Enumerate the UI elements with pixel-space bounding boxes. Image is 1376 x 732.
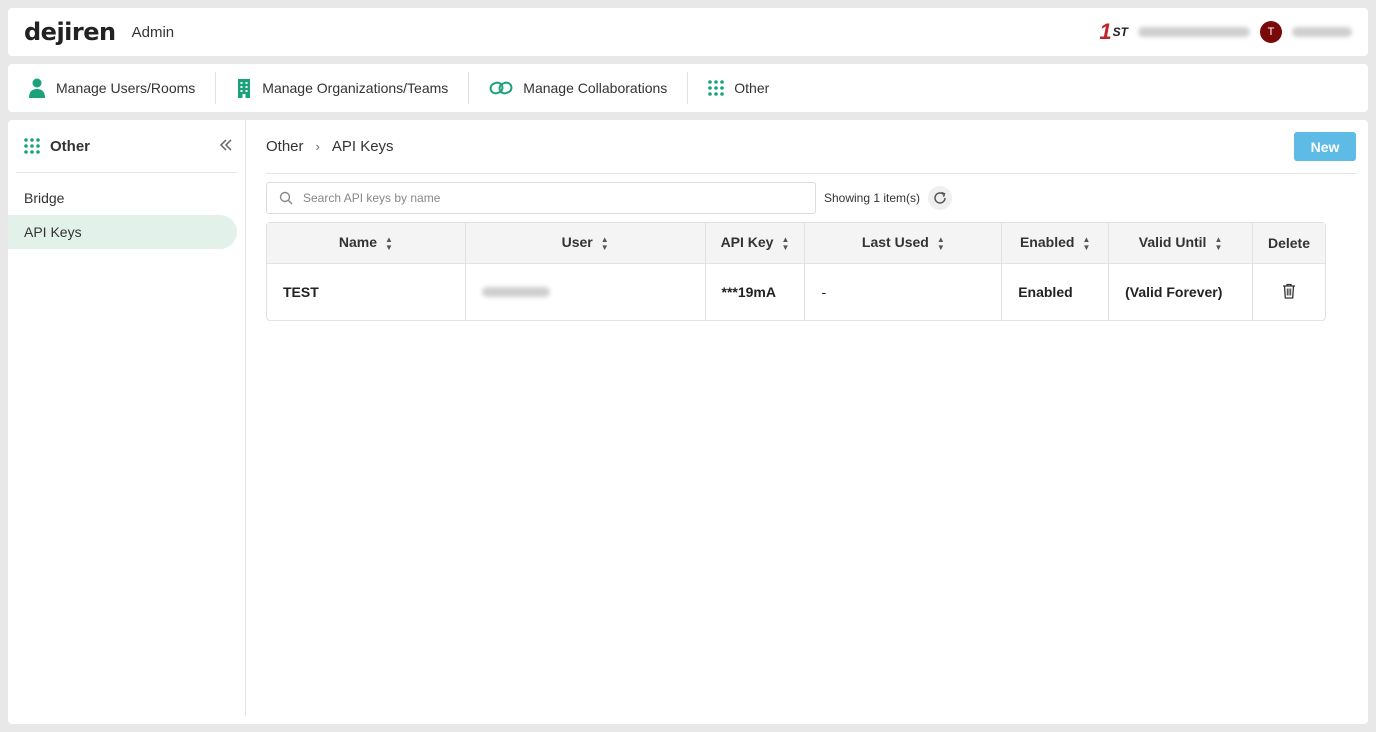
nav-manage-collaborations[interactable]: Manage Collaborations — [481, 72, 675, 104]
delete-button[interactable] — [1282, 283, 1296, 302]
user-area: 1 ST T — [1099, 19, 1352, 45]
new-button[interactable]: New — [1294, 132, 1356, 161]
breadcrumb-api-keys: API Keys — [331, 138, 394, 155]
double-chevron-left-icon — [219, 138, 232, 151]
main-panel: Other Bridge API Keys Other › API Keys N… — [8, 120, 1368, 724]
column-header-user[interactable]: User ▲ ▼ — [465, 223, 706, 264]
nav-divider — [468, 72, 470, 104]
cell-delete — [1253, 264, 1325, 320]
building-icon — [238, 79, 251, 98]
sort-icon: ▲ ▼ — [384, 234, 393, 252]
grid-icon — [24, 138, 40, 154]
cell-last-used: - — [805, 264, 1003, 320]
search-icon — [279, 191, 293, 205]
nav-label: Manage Collaborations — [523, 80, 668, 96]
table-header-row: Name ▲ ▼ User ▲ ▼ API Key ▲ ▼ Last Used ▲ ▼ Enab… — [267, 223, 1325, 264]
table-row[interactable]: TEST ***19mA - Enabled (Valid Forever) — [267, 264, 1325, 320]
nav-other[interactable]: Other — [700, 72, 777, 104]
sidebar-item-api-keys[interactable]: API Keys — [8, 215, 237, 249]
cell-api-key: ***19mA — [706, 264, 806, 320]
sidebar-header: Other — [16, 120, 237, 173]
column-header-last-used[interactable]: Last Used ▲ ▼ — [805, 223, 1003, 264]
top-bar: dejiren Admin 1 ST T — [8, 8, 1368, 56]
refresh-icon — [934, 191, 946, 204]
api-keys-table: Name ▲ ▼ User ▲ ▼ API Key ▲ ▼ Last Used ▲ ▼ Enab… — [266, 222, 1326, 321]
sort-icon: ▲ ▼ — [1082, 234, 1091, 252]
collapse-sidebar-button[interactable] — [219, 136, 233, 157]
nav-manage-organizations-teams[interactable]: Manage Organizations/Teams — [228, 72, 456, 104]
cell-user — [466, 264, 706, 320]
column-header-api-key[interactable]: API Key ▲ ▼ — [705, 223, 806, 264]
sidebar-item-bridge[interactable]: Bridge — [8, 181, 245, 215]
avatar[interactable]: T — [1260, 21, 1282, 43]
column-header-enabled[interactable]: Enabled ▲ ▼ — [1002, 223, 1110, 264]
main-nav: Manage Users/Rooms Manage Organizations/… — [8, 64, 1368, 112]
section-title: Admin — [131, 23, 175, 41]
nav-label: Manage Organizations/Teams — [262, 80, 449, 96]
partner-logo: 1 ST — [1099, 19, 1128, 44]
trash-icon — [1283, 283, 1295, 299]
nav-label: Manage Users/Rooms — [56, 80, 196, 96]
sort-icon: ▲ ▼ — [781, 234, 790, 252]
cell-valid-until: (Valid Forever) — [1109, 264, 1254, 320]
user-name-blurred[interactable] — [1292, 27, 1352, 37]
nav-manage-users-rooms[interactable]: Manage Users/Rooms — [20, 72, 203, 104]
brand-logo[interactable]: dejiren — [24, 18, 116, 46]
breadcrumb-other[interactable]: Other — [266, 138, 304, 155]
user-blurred — [481, 287, 550, 297]
link-icon — [489, 81, 513, 95]
nav-label: Other — [734, 80, 770, 96]
nav-divider — [687, 72, 689, 104]
sidebar: Other Bridge API Keys — [8, 120, 246, 716]
cell-enabled: Enabled — [1002, 264, 1110, 320]
column-header-delete: Delete — [1253, 223, 1325, 264]
breadcrumb-separator: › — [315, 139, 320, 154]
sidebar-title: Other — [50, 137, 91, 155]
column-header-valid-until[interactable]: Valid Until ▲ ▼ — [1109, 223, 1254, 264]
search-box[interactable] — [266, 182, 816, 214]
cell-name: TEST — [267, 264, 466, 320]
grid-icon — [708, 80, 725, 96]
content-header: Other › API Keys New — [266, 120, 1356, 174]
account-id-blurred — [1138, 27, 1250, 37]
nav-divider — [215, 72, 217, 104]
search-row: Showing 1 item(s) — [266, 182, 1356, 214]
sort-icon: ▲ ▼ — [936, 234, 945, 252]
content-area: Other › API Keys New Showing 1 item(s) — [266, 120, 1356, 716]
item-count: Showing 1 item(s) — [824, 191, 921, 205]
column-header-name[interactable]: Name ▲ ▼ — [267, 223, 466, 264]
sidebar-item-label: Bridge — [24, 190, 65, 206]
sort-icon: ▲ ▼ — [600, 234, 609, 252]
sidebar-item-label: API Keys — [24, 224, 82, 240]
refresh-button[interactable] — [928, 186, 953, 210]
person-icon — [29, 78, 45, 98]
sort-icon: ▲ ▼ — [1214, 234, 1223, 252]
search-input[interactable] — [303, 191, 783, 205]
